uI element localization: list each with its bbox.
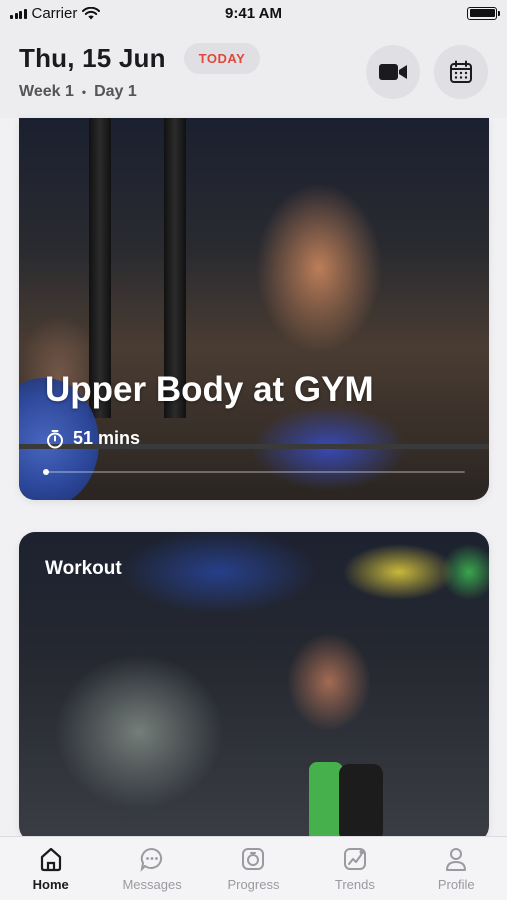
trends-icon xyxy=(343,848,366,870)
chat-bubble-icon xyxy=(140,847,163,872)
tab-home[interactable]: Home xyxy=(1,845,101,892)
video-button[interactable] xyxy=(366,45,420,99)
card-title: Upper Body at GYM xyxy=(45,370,374,409)
wifi-icon xyxy=(82,6,101,19)
tab-progress[interactable]: Progress xyxy=(203,845,303,892)
date-row: Thu, 15 Jun TODAY xyxy=(19,43,261,74)
home-icon xyxy=(40,847,61,872)
signal-icon xyxy=(10,8,27,19)
carousel-dot xyxy=(43,469,49,475)
tab-profile[interactable]: Profile xyxy=(406,845,506,892)
calendar-icon xyxy=(450,60,472,83)
tab-messages[interactable]: Messages xyxy=(102,845,202,892)
video-camera-icon xyxy=(379,64,407,80)
tab-label: Progress xyxy=(227,877,280,892)
carousel-indicator xyxy=(45,471,465,473)
duration-label: 51 mins xyxy=(73,428,141,448)
tab-bar: Home Messages Progress Trends Profile xyxy=(0,836,507,900)
tab-label: Home xyxy=(32,877,69,892)
workout-card-upper-body[interactable]: Upper Body at GYM 51 mins xyxy=(19,118,489,500)
person-icon xyxy=(446,848,467,871)
day-label: Day 1 xyxy=(94,83,137,100)
tab-label: Messages xyxy=(122,877,182,892)
progress-icon xyxy=(242,848,265,870)
stopwatch-icon xyxy=(47,429,63,448)
header: Thu, 15 Jun TODAY Week 1 • Day 1 xyxy=(0,26,507,118)
workout-card[interactable]: Workout xyxy=(19,532,489,842)
status-bar: Carrier 9:41 AM xyxy=(0,0,507,26)
week-label: Week 1 xyxy=(19,83,74,100)
status-left: Carrier xyxy=(10,4,101,22)
card-title: Workout xyxy=(45,558,122,579)
tab-label: Profile xyxy=(437,877,475,892)
duration: 51 mins xyxy=(45,428,140,449)
tab-label: Trends xyxy=(334,877,375,892)
calendar-button[interactable] xyxy=(434,45,488,99)
tab-trends[interactable]: Trends xyxy=(305,845,405,892)
battery-icon xyxy=(467,6,500,20)
separator: • xyxy=(81,85,87,99)
carrier-label: Carrier xyxy=(31,4,78,22)
week-day-label: Week 1 • Day 1 xyxy=(19,83,137,101)
page-title: Thu, 15 Jun xyxy=(19,43,166,73)
today-button[interactable]: TODAY xyxy=(183,43,261,74)
